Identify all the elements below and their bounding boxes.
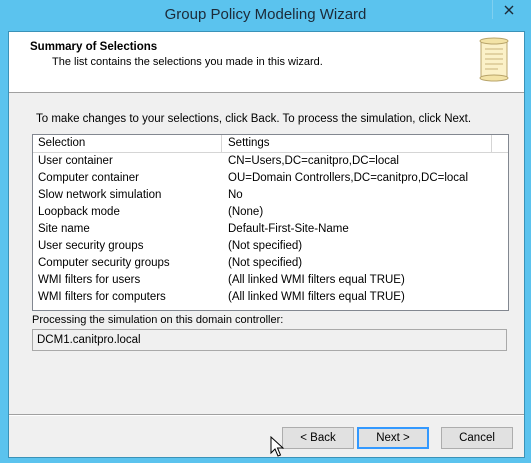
selection-cell: Site name <box>38 223 90 235</box>
table-row[interactable]: WMI filters for computers (All linked WM… <box>33 289 508 306</box>
window-title: Group Policy Modeling Wizard <box>164 6 367 23</box>
back-button[interactable]: < Back <box>282 427 354 449</box>
settings-cell: (None) <box>228 206 264 218</box>
settings-cell: (All linked WMI filters equal TRUE) <box>228 291 405 303</box>
selection-cell: WMI filters for computers <box>38 291 166 303</box>
column-header-settings[interactable]: Settings <box>223 135 492 152</box>
table-row[interactable]: Computer container OU=Domain Controllers… <box>33 170 508 187</box>
close-icon <box>504 5 514 14</box>
cancel-button[interactable]: Cancel <box>441 427 513 449</box>
close-button[interactable] <box>492 0 525 19</box>
settings-cell: No <box>228 189 243 201</box>
page-title: Summary of Selections <box>30 41 158 53</box>
selection-cell: WMI filters for users <box>38 274 141 286</box>
page-subtitle: The list contains the selections you mad… <box>52 56 323 68</box>
column-header-selection[interactable]: Selection <box>33 135 222 152</box>
next-button[interactable]: Next > <box>357 427 429 449</box>
table-row[interactable]: WMI filters for users (All linked WMI fi… <box>33 272 508 289</box>
table-row[interactable]: Site name Default-First-Site-Name <box>33 221 508 238</box>
domain-controller-label: Processing the simulation on this domain… <box>32 314 284 326</box>
table-body: User container CN=Users,DC=canitpro,DC=l… <box>33 153 508 306</box>
wizard-header: Summary of Selections The list contains … <box>9 32 524 93</box>
selection-cell: User container <box>38 155 113 167</box>
settings-cell: (Not specified) <box>228 240 303 252</box>
table-row[interactable]: User security groups (Not specified) <box>33 238 508 255</box>
settings-cell: OU=Domain Controllers,DC=canitpro,DC=loc… <box>228 172 468 184</box>
selection-cell: Computer security groups <box>38 257 170 269</box>
table-header: Selection Settings <box>33 135 508 153</box>
selection-cell: Computer container <box>38 172 139 184</box>
instruction-text: To make changes to your selections, clic… <box>36 113 472 125</box>
domain-controller-field[interactable]: DCM1.canitpro.local <box>32 329 507 351</box>
selection-cell: User security groups <box>38 240 144 252</box>
footer-separator <box>9 414 524 416</box>
settings-cell: (All linked WMI filters equal TRUE) <box>228 274 405 286</box>
wizard-dialog: Summary of Selections The list contains … <box>8 31 525 458</box>
title-bar[interactable]: Group Policy Modeling Wizard <box>0 0 531 31</box>
settings-cell: (Not specified) <box>228 257 303 269</box>
scroll-icon <box>479 37 509 82</box>
mouse-cursor-icon <box>270 436 284 457</box>
summary-table[interactable]: Selection Settings User container CN=Use… <box>32 134 509 311</box>
table-row[interactable]: Slow network simulation No <box>33 187 508 204</box>
selection-cell: Slow network simulation <box>38 189 162 201</box>
settings-cell: Default-First-Site-Name <box>228 223 349 235</box>
table-row[interactable]: Loopback mode (None) <box>33 204 508 221</box>
settings-cell: CN=Users,DC=canitpro,DC=local <box>228 155 399 167</box>
selection-cell: Loopback mode <box>38 206 120 218</box>
table-row[interactable]: User container CN=Users,DC=canitpro,DC=l… <box>33 153 508 170</box>
table-row[interactable]: Computer security groups (Not specified) <box>33 255 508 272</box>
